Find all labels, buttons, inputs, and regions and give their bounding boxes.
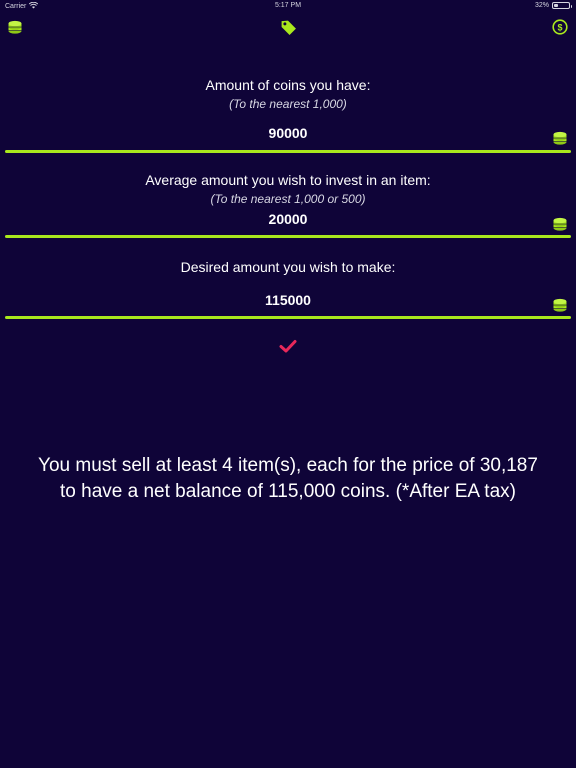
coins-have-input[interactable] <box>60 123 516 143</box>
coin-stack-icon[interactable] <box>552 130 568 146</box>
result-line-2: to have a net balance of 115,000 coins. … <box>60 481 516 502</box>
battery-percent: 32% <box>534 2 549 9</box>
svg-text:$: $ <box>557 22 562 32</box>
invest-amount-input[interactable] <box>60 209 516 229</box>
calculate-button[interactable] <box>278 338 298 354</box>
desired-amount-label: Desired amount you wish to make: <box>180 259 396 275</box>
invest-amount-hint: (To the nearest 1,000 or 500) <box>210 192 366 206</box>
price-tag-button[interactable] <box>278 17 298 37</box>
status-right: 32% <box>534 2 572 9</box>
coin-stack-icon[interactable] <box>552 216 568 232</box>
coin-dollar-button[interactable]: $ <box>550 17 570 37</box>
coins-have-hint: (To the nearest 1,000) <box>229 97 347 111</box>
result-line-1: You must sell at least 4 item(s), each f… <box>38 455 538 476</box>
status-bar: Carrier 5:17 PM 32% <box>0 0 576 12</box>
invest-amount-underline <box>5 235 571 238</box>
coin-dollar-icon: $ <box>552 19 568 35</box>
desired-amount-input[interactable] <box>60 290 516 310</box>
coin-stack-icon <box>8 20 22 34</box>
coins-have-underline <box>5 150 571 153</box>
coin-stack-button[interactable] <box>5 17 25 37</box>
coin-stack-icon[interactable] <box>552 297 568 313</box>
coins-have-label: Amount of coins you have: <box>205 77 371 93</box>
battery-icon <box>552 2 572 9</box>
invest-amount-label: Average amount you wish to invest in an … <box>145 172 431 188</box>
clock: 5:17 PM <box>274 2 302 9</box>
checkmark-icon <box>279 340 297 353</box>
result-text: You must sell at least 4 item(s), each f… <box>0 453 576 505</box>
battery-fill <box>554 4 558 7</box>
desired-amount-underline <box>5 316 571 319</box>
price-tag-icon <box>281 20 296 35</box>
